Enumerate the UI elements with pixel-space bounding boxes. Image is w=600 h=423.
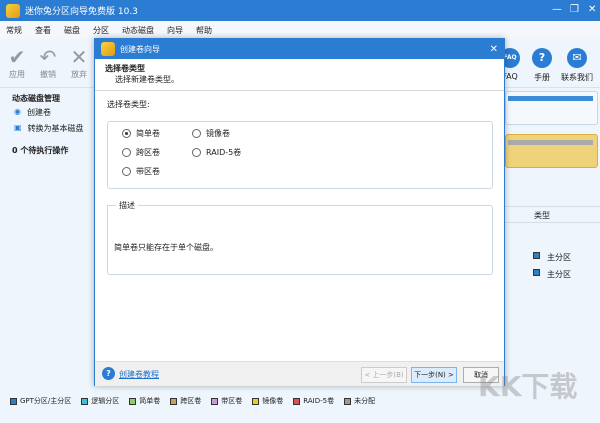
undo-button[interactable]: ↶ 撤销 [33,45,63,80]
next-button[interactable]: 下一步(N) > [411,367,457,383]
apply-button[interactable]: ✔ 应用 [2,45,32,80]
menu-wizard[interactable]: 向导 [167,25,183,36]
create-volume-icon: ◉ [14,107,21,116]
pending-operations: 0 个待执行操作 [12,146,69,155]
column-header-type: 类型 [534,211,550,220]
dialog-footer: ? 创建卷教程 < 上一步(B) 下一步(N) > 取消 [95,361,504,386]
description-text: 简单卷只能存在于单个磁盘。 [114,243,218,252]
partition-color-swatch [533,269,540,276]
radio-mirror[interactable]: 镜像卷 [192,128,230,139]
minimize-icon[interactable]: — [552,4,562,15]
volume-type-prompt: 选择卷类型: [107,100,150,109]
legend-spanned: 跨区卷 [170,396,201,406]
legend-unallocated: 未分配 [344,396,375,406]
create-volume-dialog: 创建卷向导 ✕ 选择卷类型 选择新建卷类型。 选择卷类型: 简单卷 镜像卷 跨区… [94,38,505,386]
sidebar-section-title: 动态磁盘管理 [12,94,60,103]
sidebar: 动态磁盘管理 ◉ 创建卷 ▣ 转换为基本磁盘 0 个待执行操作 [0,88,95,388]
mail-icon: ✉ [567,48,587,68]
app-logo-icon [6,3,20,18]
undo-icon: ↶ [39,45,57,69]
menu-dynamic-disk[interactable]: 动态磁盘 [122,25,154,36]
disk-map-area: 类型 主分区 主分区 [505,88,600,388]
table-row[interactable]: 主分区 [533,252,571,263]
menu-view[interactable]: 查看 [35,25,51,36]
close-icon: ✕ [70,45,88,69]
manual-button[interactable]: ? 手册 [522,48,562,83]
check-icon: ✔ [8,45,26,69]
legend-striped: 带区卷 [211,396,242,406]
table-row[interactable]: 主分区 [533,269,571,280]
legend-logical: 逻辑分区 [81,396,119,406]
sidebar-item-create-volume[interactable]: ◉ 创建卷 [14,107,51,118]
back-button[interactable]: < 上一步(B) [361,367,407,383]
disk-block-selected[interactable] [505,134,598,168]
menu-general[interactable]: 常规 [6,25,22,36]
menu-disk[interactable]: 磁盘 [64,25,80,36]
legend-gpt-primary: GPT分区/主分区 [10,396,71,406]
disk-icon: ▣ [14,123,22,132]
restore-icon[interactable]: ❐ [570,4,579,15]
window-title: 迷你兔分区向导免费版 10.3 [25,7,138,17]
help-icon: ? [532,48,552,68]
sidebar-item-convert-basic[interactable]: ▣ 转换为基本磁盘 [14,123,84,134]
help-icon: ? [102,367,115,380]
title-bar: 迷你兔分区向导免费版 10.3 [0,0,600,21]
volume-type-group: 简单卷 镜像卷 跨区卷 RAID-5卷 带区卷 [107,121,493,189]
dialog-close-icon[interactable]: ✕ [490,44,498,55]
menu-help[interactable]: 帮助 [196,25,212,36]
disk-block[interactable] [505,91,598,125]
contact-button[interactable]: ✉ 联系我们 [557,48,597,83]
watermark-logo: KK下载 [478,370,578,403]
dialog-subheading: 选择新建卷类型。 [115,75,179,84]
partition-color-swatch [533,252,540,259]
legend-simple: 简单卷 [129,396,160,406]
description-group: 描述 简单卷只能存在于单个磁盘。 [107,200,493,275]
menu-bar: 常规 查看 磁盘 分区 动态磁盘 向导 帮助 [0,21,600,39]
radio-striped[interactable]: 带区卷 [122,166,160,177]
radio-raid5[interactable]: RAID-5卷 [192,147,241,158]
dialog-header: 选择卷类型 选择新建卷类型。 [95,59,504,91]
description-title: 描述 [116,200,138,211]
discard-button[interactable]: ✕ 放弃 [64,45,94,80]
dialog-title-bar: 创建卷向导 ✕ [95,39,504,59]
radio-simple[interactable]: 简单卷 [122,128,160,139]
dialog-title: 创建卷向导 [120,44,160,54]
legend-mirror: 镜像卷 [252,396,283,406]
menu-partition[interactable]: 分区 [93,25,109,36]
app-logo-icon [101,42,115,56]
tutorial-link[interactable]: 创建卷教程 [119,369,159,380]
legend-raid5: RAID-5卷 [293,396,334,406]
dialog-heading: 选择卷类型 [105,64,145,73]
close-icon[interactable]: ✕ [588,4,596,15]
radio-spanned[interactable]: 跨区卷 [122,147,160,158]
